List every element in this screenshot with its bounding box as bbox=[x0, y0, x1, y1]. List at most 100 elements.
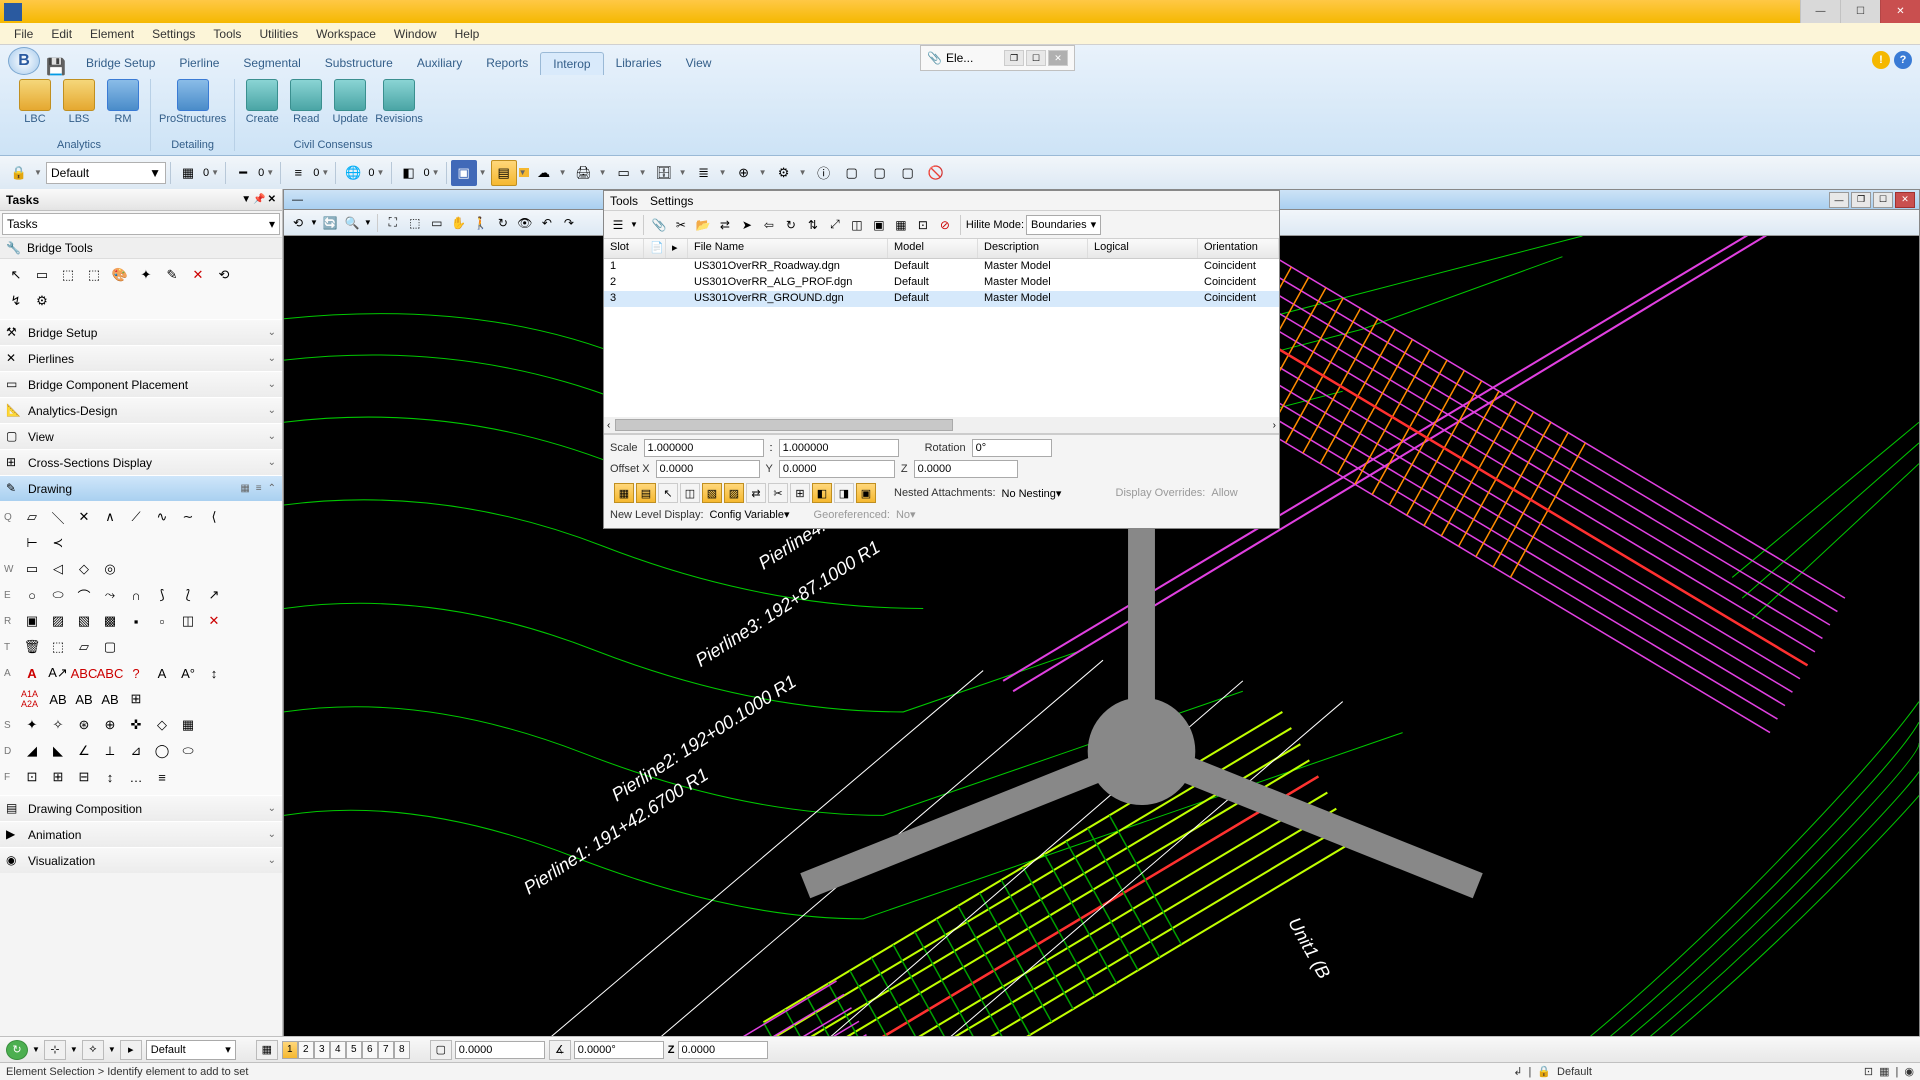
menu-element[interactable]: Element bbox=[82, 25, 142, 43]
tb-combo-default[interactable]: Default▼ bbox=[46, 162, 166, 184]
ri-5[interactable]: ▧ bbox=[702, 483, 722, 503]
ref-tb-move[interactable]: ➤ bbox=[737, 215, 757, 235]
tool-prostructures[interactable]: ProStructures bbox=[159, 79, 226, 125]
ri-3[interactable]: ↖ bbox=[658, 483, 678, 503]
dtool-a5[interactable]: ? bbox=[124, 661, 148, 685]
dtool-e4[interactable]: ⤳ bbox=[98, 583, 122, 607]
tasks-pin-icon[interactable]: 📌 bbox=[253, 194, 265, 205]
ref-tb-b[interactable]: ⊡ bbox=[913, 215, 933, 235]
dtool-d1[interactable]: ◢ bbox=[20, 739, 44, 763]
ref-menu-settings[interactable]: Settings bbox=[650, 194, 693, 208]
dtool-f4[interactable]: ↕ bbox=[98, 765, 122, 789]
tool-f[interactable]: ⟲ bbox=[212, 263, 236, 287]
dtool-a7[interactable]: A° bbox=[176, 661, 200, 685]
dtool-a9[interactable]: A1A A2A bbox=[20, 687, 44, 711]
section-drawing-composition[interactable]: ▤Drawing Composition⌄ bbox=[0, 795, 282, 821]
section-bridge-setup[interactable]: ⚒Bridge Setup⌄ bbox=[0, 319, 282, 345]
tb-lock-icon[interactable]: 🔒 bbox=[6, 160, 32, 186]
help-warn-icon[interactable]: ! bbox=[1872, 51, 1890, 69]
angle-icon[interactable]: ∡ bbox=[549, 1040, 571, 1060]
offsetx-input[interactable] bbox=[656, 460, 760, 478]
view-7-button[interactable]: 7 bbox=[378, 1041, 394, 1059]
dtool-q8[interactable]: ⟨ bbox=[202, 505, 226, 529]
dtool-a2[interactable]: A↗ bbox=[46, 661, 70, 685]
ri-8[interactable]: ✂ bbox=[768, 483, 788, 503]
dtool-s4[interactable]: ⊕ bbox=[98, 713, 122, 737]
tool-c[interactable]: ⬚ bbox=[82, 263, 106, 287]
vtb-rotate[interactable]: ⟲ bbox=[288, 213, 308, 233]
tb-globe-icon[interactable]: 🌐 bbox=[340, 160, 366, 186]
dtool-s6[interactable]: ◇ bbox=[150, 713, 174, 737]
menu-edit[interactable]: Edit bbox=[43, 25, 80, 43]
tool-gear[interactable]: ⚙ bbox=[30, 289, 54, 313]
menu-utilities[interactable]: Utilities bbox=[251, 25, 306, 43]
col-logical[interactable]: Logical bbox=[1088, 239, 1198, 258]
ref-tb-mirror[interactable]: ⇅ bbox=[803, 215, 823, 235]
section-cross[interactable]: ⊞Cross-Sections Display⌄ bbox=[0, 449, 282, 475]
tb-line-icon[interactable]: ━ bbox=[230, 160, 256, 186]
view-2-button[interactable]: 2 bbox=[298, 1041, 314, 1059]
tb-zoom-icon[interactable]: ⊕ bbox=[731, 160, 757, 186]
dtool-t3[interactable]: ▱ bbox=[72, 635, 96, 659]
tool-b[interactable]: ⬚ bbox=[56, 263, 80, 287]
dtool-w2[interactable]: ◁ bbox=[46, 557, 70, 581]
dtool-s2[interactable]: ✧ bbox=[46, 713, 70, 737]
section-bcp[interactable]: ▭Bridge Component Placement⌄ bbox=[0, 371, 282, 397]
menu-file[interactable]: File bbox=[6, 25, 41, 43]
tb-delete-icon[interactable]: 🚫 bbox=[923, 160, 949, 186]
dtool-t1[interactable]: 🗑 bbox=[20, 635, 44, 659]
tab-segmental[interactable]: Segmental bbox=[231, 52, 312, 75]
dtool-d2[interactable]: ◣ bbox=[46, 739, 70, 763]
scale-1-input[interactable] bbox=[644, 439, 764, 457]
coord-x-icon[interactable]: ▢ bbox=[430, 1040, 452, 1060]
dtool-q3[interactable]: ✕ bbox=[72, 505, 96, 529]
table-row[interactable]: 3 US301OverRR_GROUND.dgnDefault Master M… bbox=[604, 291, 1279, 307]
offsetz-input[interactable] bbox=[914, 460, 1018, 478]
tool-g[interactable]: ↯ bbox=[4, 289, 28, 313]
view-5-button[interactable]: 5 bbox=[346, 1041, 362, 1059]
ref-tb-clip[interactable]: ◫ bbox=[847, 215, 867, 235]
rotation-input[interactable] bbox=[972, 439, 1052, 457]
col-d[interactable]: ▸ bbox=[666, 239, 688, 258]
sb-combo-default[interactable]: Default▾ bbox=[146, 1040, 236, 1060]
tb-attr-icon[interactable]: ⚙ bbox=[771, 160, 797, 186]
viewport[interactable]: — — ❐ ☐ ✕ ⟲▼ 🔄 🔍▼ ⛶ ⬚ ▭ ✋ 🚶 ↻ 👁 ↶ ↷ bbox=[283, 189, 1920, 1044]
dtool-s1[interactable]: ✦ bbox=[20, 713, 44, 737]
ref-tb-swap[interactable]: ⇄ bbox=[715, 215, 735, 235]
dtool-q5[interactable]: ⟋ bbox=[124, 505, 148, 529]
tool-d[interactable]: ✦ bbox=[134, 263, 158, 287]
nested-combo[interactable]: No Nesting▾ bbox=[1002, 487, 1102, 500]
view-3-button[interactable]: 3 bbox=[314, 1041, 330, 1059]
dtool-w4[interactable]: ◎ bbox=[98, 557, 122, 581]
dtool-q10[interactable]: ≺ bbox=[46, 531, 70, 555]
dtool-r3[interactable]: ▧ bbox=[72, 609, 96, 633]
col-desc[interactable]: Description bbox=[978, 239, 1088, 258]
tb-cell-icon[interactable]: ▤ bbox=[491, 160, 517, 186]
ri-1[interactable]: ▦ bbox=[614, 483, 634, 503]
tb-db-icon[interactable]: 🗄 bbox=[651, 160, 677, 186]
ref-tb-a[interactable]: ▦ bbox=[891, 215, 911, 235]
tab-interop[interactable]: Interop bbox=[540, 52, 603, 75]
tb-stack-icon[interactable]: ≣ bbox=[691, 160, 717, 186]
window-close-button[interactable]: ✕ bbox=[1880, 0, 1920, 23]
dtool-r8[interactable]: ✕ bbox=[202, 609, 226, 633]
tool-palette[interactable]: 🎨 bbox=[108, 263, 132, 287]
ref-tb-mask[interactable]: ▣ bbox=[869, 215, 889, 235]
tasks-combo[interactable]: Tasks▾ bbox=[2, 213, 280, 235]
dtool-d4[interactable]: ⟂ bbox=[98, 739, 122, 763]
sb-viewlist-button[interactable]: ▦ bbox=[256, 1040, 278, 1060]
coord-z-input[interactable] bbox=[678, 1041, 768, 1059]
ri-11[interactable]: ◨ bbox=[834, 483, 854, 503]
dtool-f2[interactable]: ⊞ bbox=[46, 765, 70, 789]
ref-tb-open[interactable]: 📂 bbox=[693, 215, 713, 235]
ref-tb-back[interactable]: ⇦ bbox=[759, 215, 779, 235]
dtool-a11[interactable]: AB bbox=[72, 687, 96, 711]
ref-tb-attach[interactable]: 📎 bbox=[649, 215, 669, 235]
snap-cycle-button[interactable]: ↻ bbox=[6, 1040, 28, 1060]
tool-rm[interactable]: RM bbox=[104, 79, 142, 125]
window-maximize-button[interactable]: ☐ bbox=[1840, 0, 1880, 23]
dtool-s7[interactable]: ▦ bbox=[176, 713, 200, 737]
dtool-a4[interactable]: ABC bbox=[98, 661, 122, 685]
dtool-e6[interactable]: ⟆ bbox=[150, 583, 174, 607]
sb2-snap-icon[interactable]: ⊡ bbox=[1864, 1065, 1873, 1078]
